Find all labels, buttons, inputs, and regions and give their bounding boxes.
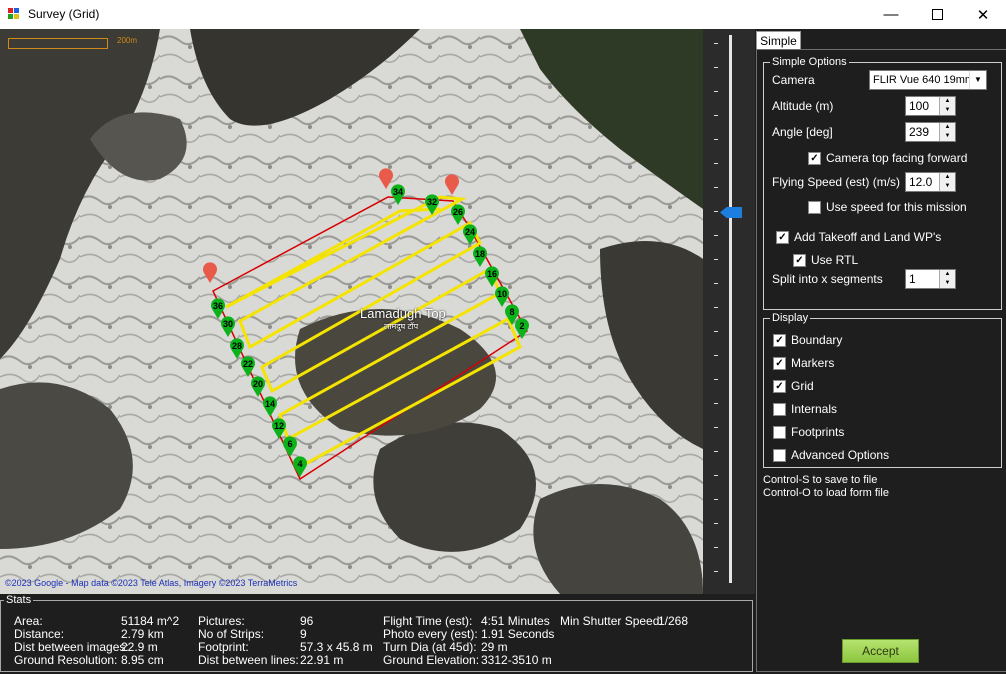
map-scale-bar: 200m — [8, 36, 137, 49]
svg-text:34: 34 — [393, 187, 403, 197]
camera-label: Camera — [772, 73, 815, 87]
flight-time-value: 4:51 Minutes — [481, 614, 550, 628]
svg-text:28: 28 — [232, 341, 242, 351]
svg-text:2: 2 — [519, 321, 524, 331]
app-icon — [8, 8, 19, 19]
advanced-options-checkbox[interactable]: Advanced Options — [773, 448, 889, 462]
angle-label: Angle [deg] — [772, 125, 833, 139]
grid-checkbox[interactable]: ✓ Grid — [773, 379, 814, 393]
tab-simple[interactable]: Simple — [756, 31, 801, 50]
checkmark-icon: ✓ — [808, 151, 821, 165]
footprints-checkbox[interactable]: Footprints — [773, 425, 844, 439]
checkmark-icon: ✓ — [776, 230, 789, 244]
boundary-checkbox[interactable]: ✓ Boundary — [773, 333, 842, 347]
use-rtl-checkbox[interactable]: ✓ Use RTL — [793, 253, 858, 267]
checkmark-icon: ✓ — [773, 333, 786, 347]
footprint-value: 57.3 x 45.8 m — [300, 640, 373, 654]
area-value: 51184 m^2 — [121, 614, 180, 628]
checkmark-icon: ✓ — [773, 356, 786, 370]
chevron-down-icon: ▼ — [969, 71, 986, 89]
strips-value: 9 — [300, 627, 307, 641]
zoom-track[interactable] — [729, 35, 732, 583]
split-input[interactable]: 1 ▲ ▼ — [905, 269, 956, 289]
svg-text:24: 24 — [465, 227, 475, 237]
altitude-label: Altitude (m) — [772, 99, 834, 113]
turn-dia-value: 29 m — [481, 640, 508, 654]
altitude-input[interactable]: 100 ▲ ▼ — [905, 96, 956, 116]
svg-text:32: 32 — [427, 197, 437, 207]
svg-text:30: 30 — [223, 319, 233, 329]
dist-images-value: 22.9 m — [121, 640, 158, 654]
spin-arrows-icon[interactable]: ▲ ▼ — [939, 270, 955, 288]
svg-text:26: 26 — [453, 207, 463, 217]
svg-text:22: 22 — [243, 359, 253, 369]
map-view[interactable]: 2 4 6 8 10 12 14 16 18 20 22 24 26 28 30… — [0, 29, 703, 594]
flying-speed-input[interactable]: 12.0 ▲ ▼ — [905, 172, 956, 192]
ground-res-value: 8.95 cm — [121, 653, 164, 667]
dist-lines-value: 22.91 m — [300, 653, 344, 667]
close-button[interactable]: ✕ — [960, 0, 1006, 29]
svg-text:12: 12 — [274, 421, 284, 431]
svg-text:20: 20 — [253, 379, 263, 389]
split-label: Split into x segments — [772, 272, 883, 286]
satellite-imagery: 2 4 6 8 10 12 14 16 18 20 22 24 26 28 30… — [0, 29, 703, 594]
svg-text:18: 18 — [475, 249, 485, 259]
svg-text:10: 10 — [497, 289, 507, 299]
svg-text:16: 16 — [487, 269, 497, 279]
photo-every-value: 1.91 Seconds — [481, 627, 555, 641]
accept-button[interactable]: Accept — [842, 639, 919, 663]
spin-arrows-icon[interactable]: ▲ ▼ — [939, 173, 955, 191]
ground-elev-value: 3312-3510 m — [481, 653, 552, 667]
checkmark-icon: ✓ — [793, 253, 806, 267]
maximize-button[interactable] — [914, 0, 960, 29]
camera-select[interactable]: FLIR Vue 640 19mm ▼ — [869, 70, 987, 90]
map-attribution: ©2023 Google - Map data ©2023 Tele Atlas… — [5, 578, 298, 588]
takeoff-land-checkbox[interactable]: ✓ Add Takeoff and Land WP's — [776, 230, 941, 244]
save-hint: Control-S to save to file — [763, 474, 878, 486]
checkmark-icon: ✓ — [773, 379, 786, 393]
distance-value: 2.79 km — [121, 627, 164, 641]
svg-text:6: 6 — [287, 439, 292, 449]
angle-input[interactable]: 239 ▲ ▼ — [905, 122, 956, 142]
internals-checkbox[interactable]: Internals — [773, 402, 837, 416]
minimize-button[interactable]: — — [868, 0, 914, 29]
flying-speed-label: Flying Speed (est) (m/s) — [772, 175, 901, 189]
markers-checkbox[interactable]: ✓ Markers — [773, 356, 834, 370]
maximize-icon — [931, 9, 943, 20]
svg-text:8: 8 — [509, 307, 514, 317]
zoom-slider[interactable] — [703, 29, 755, 594]
spin-arrows-icon[interactable]: ▲ ▼ — [939, 123, 955, 141]
poi-label: Lamadugh Top लामदुघ टॉप — [360, 306, 446, 331]
minimize-icon: — — [883, 6, 899, 23]
simple-panel: Simple Options Camera FLIR Vue 640 19mm … — [756, 49, 1006, 672]
camera-top-checkbox[interactable]: ✓ Camera top facing forward — [808, 151, 967, 165]
min-shutter-value: 1/268 — [658, 614, 689, 628]
svg-text:36: 36 — [213, 301, 223, 311]
close-icon: ✕ — [976, 6, 990, 24]
title-bar: Survey (Grid) — ✕ — [0, 0, 1006, 29]
window-title: Survey (Grid) — [28, 7, 100, 21]
svg-text:4: 4 — [297, 459, 302, 469]
pictures-value: 96 — [300, 614, 314, 628]
load-hint: Control-O to load form file — [763, 487, 889, 499]
use-speed-checkbox[interactable]: Use speed for this mission — [808, 200, 967, 214]
zoom-thumb[interactable] — [720, 207, 742, 218]
svg-text:14: 14 — [265, 399, 275, 409]
spin-arrows-icon[interactable]: ▲ ▼ — [939, 97, 955, 115]
